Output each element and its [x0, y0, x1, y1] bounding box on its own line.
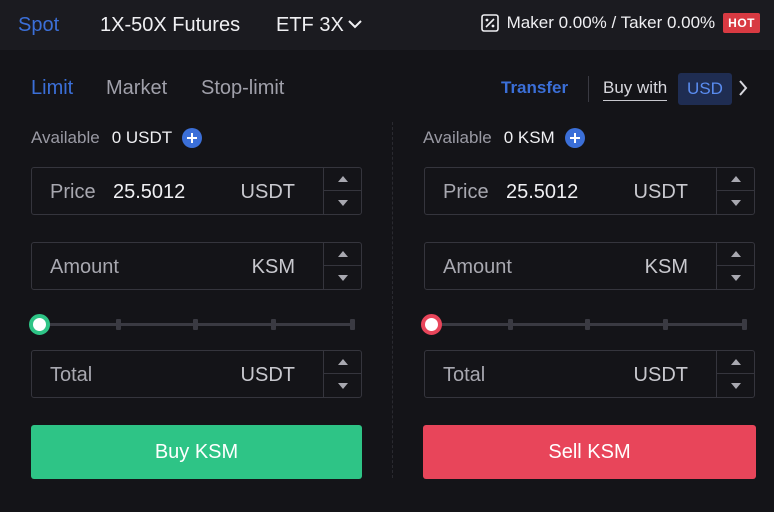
chevron-down-icon: [348, 20, 362, 29]
buy-amount-label: Amount: [50, 256, 119, 278]
buy-total-increment-icon[interactable]: [324, 351, 361, 374]
buy-available-value: 0 USDT: [111, 128, 173, 147]
sell-price-decrement-icon[interactable]: [717, 191, 754, 214]
buy-with-link[interactable]: Buy with: [603, 78, 668, 101]
buy-price-unit: USDT: [240, 181, 295, 203]
buy-ksm-button[interactable]: Buy KSM: [31, 425, 362, 479]
buy-available-label: Available: [31, 128, 100, 147]
sell-price-unit: USDT: [633, 181, 688, 203]
fee-icon: [480, 14, 499, 32]
buy-amount-slider[interactable]: [29, 314, 355, 335]
buy-price-stepper: [323, 168, 361, 214]
currency-selector[interactable]: USD: [678, 73, 732, 105]
sell-price-field[interactable]: Price 25.5012 USDT: [424, 167, 755, 215]
buy-total-decrement-icon[interactable]: [324, 374, 361, 397]
tab-etf-3x[interactable]: ETF 3X: [276, 12, 362, 38]
sell-available: Available 0 KSM: [423, 128, 585, 148]
sell-slider-tick-50[interactable]: [585, 319, 590, 330]
buy-available: Available 0 USDT: [31, 128, 203, 148]
buy-amount-decrement-icon[interactable]: [324, 266, 361, 289]
tab-spot[interactable]: Spot: [18, 12, 59, 38]
tab-market[interactable]: Market: [106, 75, 167, 101]
sell-price-label: Price: [443, 181, 489, 203]
buy-total-stepper: [323, 351, 361, 397]
top-bar: Spot 1X-50X Futures ETF 3X Maker 0.00% /…: [0, 0, 774, 50]
sell-slider-handle[interactable]: [421, 314, 442, 335]
buy-total-label: Total: [50, 364, 93, 386]
sell-available-value: 0 KSM: [503, 128, 555, 147]
buy-amount-stepper: [323, 243, 361, 289]
sell-amount-slider[interactable]: [421, 314, 747, 335]
panel-divider: [392, 122, 393, 478]
tab-limit[interactable]: Limit: [31, 75, 73, 101]
buy-price-field[interactable]: Price 25.5012 USDT: [31, 167, 362, 215]
header-divider: [588, 76, 589, 102]
sell-price-stepper: [716, 168, 754, 214]
buy-amount-unit: KSM: [251, 256, 295, 278]
sell-total-unit: USDT: [633, 364, 688, 386]
sell-total-stepper: [716, 351, 754, 397]
sell-available-label: Available: [423, 128, 492, 147]
transfer-link[interactable]: Transfer: [501, 78, 568, 98]
buy-deposit-plus-icon[interactable]: [182, 128, 203, 148]
sell-price-increment-icon[interactable]: [717, 168, 754, 191]
sell-amount-unit: KSM: [644, 256, 688, 278]
sell-amount-decrement-icon[interactable]: [717, 266, 754, 289]
buy-price-increment-icon[interactable]: [324, 168, 361, 191]
buy-price-decrement-icon[interactable]: [324, 191, 361, 214]
chevron-right-icon[interactable]: [737, 79, 749, 97]
tab-futures[interactable]: 1X-50X Futures: [100, 12, 240, 38]
sell-deposit-plus-icon[interactable]: [564, 128, 585, 148]
sell-total-increment-icon[interactable]: [717, 351, 754, 374]
sell-total-decrement-icon[interactable]: [717, 374, 754, 397]
buy-amount-field[interactable]: Amount KSM: [31, 242, 362, 290]
buy-total-unit: USDT: [240, 364, 295, 386]
sell-slider-tick-75[interactable]: [663, 319, 668, 330]
sell-amount-label: Amount: [443, 256, 512, 278]
sell-price-value[interactable]: 25.5012: [506, 181, 578, 204]
sell-ksm-button[interactable]: Sell KSM: [423, 425, 756, 479]
buy-total-field[interactable]: Total USDT: [31, 350, 362, 398]
tab-etf-label: ETF 3X: [276, 14, 344, 36]
sell-amount-stepper: [716, 243, 754, 289]
sell-amount-increment-icon[interactable]: [717, 243, 754, 266]
fee-text: Maker 0.00% / Taker 0.00%: [506, 13, 716, 32]
fee-info: Maker 0.00% / Taker 0.00% HOT: [480, 13, 760, 33]
buy-slider-tick-75[interactable]: [271, 319, 276, 330]
buy-price-label: Price: [50, 181, 96, 203]
sell-total-label: Total: [443, 364, 486, 386]
sell-slider-tick-25[interactable]: [508, 319, 513, 330]
sell-total-field[interactable]: Total USDT: [424, 350, 755, 398]
buy-slider-tick-25[interactable]: [116, 319, 121, 330]
buy-slider-handle[interactable]: [29, 314, 50, 335]
buy-slider-tick-100[interactable]: [350, 319, 355, 330]
buy-slider-tick-50[interactable]: [193, 319, 198, 330]
buy-amount-increment-icon[interactable]: [324, 243, 361, 266]
sell-amount-field[interactable]: Amount KSM: [424, 242, 755, 290]
sell-slider-tick-100[interactable]: [742, 319, 747, 330]
buy-price-value[interactable]: 25.5012: [113, 181, 185, 204]
tab-stop-limit[interactable]: Stop-limit: [201, 75, 284, 101]
hot-badge: HOT: [723, 13, 760, 33]
